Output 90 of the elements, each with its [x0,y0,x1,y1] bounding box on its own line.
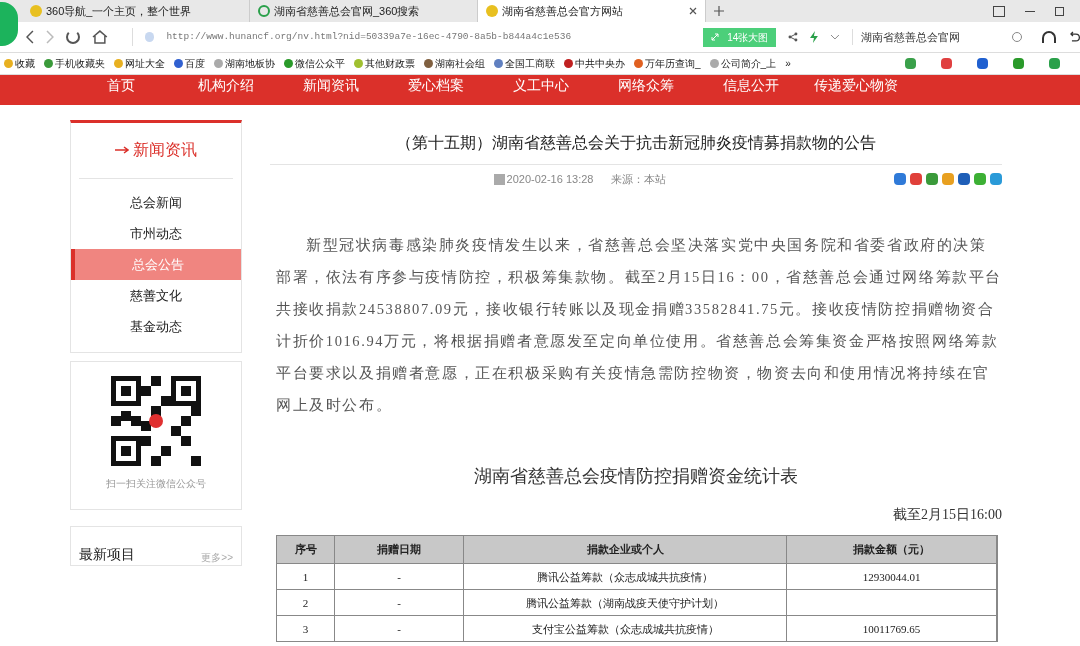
undo-icon[interactable] [1068,31,1080,43]
nav-link[interactable]: 首页 [68,77,173,93]
table-title: 湖南省慈善总会疫情防控捐赠资金统计表 [473,465,799,488]
bookmark-link[interactable]: 收藏 [15,56,35,71]
article-title: （第十五期）湖南省慈善总会关于抗击新冠肺炎疫情募捐款物的公告 [270,120,1002,165]
bookmark-link[interactable]: 其他财政票 [365,56,415,71]
table-cell: 10011769.65 [787,616,997,641]
calendar-icon [493,173,505,185]
column-header: 捐赠日期 [335,536,464,563]
sidebar-item[interactable]: 基金动态 [71,311,241,342]
bookmark-favicon-icon [564,59,573,68]
home-icon[interactable] [91,30,108,44]
latest-title: 最新项目 [79,545,135,564]
article-body: 新型冠状病毒感染肺炎疫情发生以来，省慈善总会坚决落实党中央国务院和省委省政府的决策部署，依法有序参与疫情防控，积极筹集款物。截至2月15日16：00，省慈善总会通过网络筹款平台共接收捐款24538807.09元，接收银行转账以及现金捐赠33582841.75元。接收疫情防控捐赠物资合计折价1016.94万元，将根据捐赠者意愿发至定向单位使用。省慈善总会筹集资金严格按照网络筹款平台要求以及捐赠者意愿，正在积极采购有关疫情急需防控物资，物资去向和使用情况将持续在官网上及时公布。 [275,236,1002,415]
publish-date: 2020-02-16 13:28 [506,171,594,187]
table-cell: 腾讯公益筹款（湖南战疫天使守护计划） [464,590,787,615]
bookmark-favicon-icon [284,59,293,68]
sidebar-item[interactable]: 总会新闻 [71,187,241,218]
table-cell: 2 [277,590,335,615]
browser-tab[interactable]: 湖南省慈善总会官方网站 [478,0,706,22]
bookmark-favicon-icon [709,59,719,68]
arrow-right-icon [115,146,129,154]
sidebar-item[interactable]: 慈善文化 [71,280,241,311]
share-icon[interactable] [910,173,922,185]
bookmark-favicon-icon [634,59,643,68]
bookmark-link[interactable]: 微信公众平 [295,56,345,71]
nav-link[interactable]: 网络众筹 [593,77,698,93]
bookmark-favicon-icon [214,59,223,68]
toolbar-extension-icon[interactable] [941,58,952,69]
sidebar-title: 新闻资讯 [133,140,197,160]
bookmark-link[interactable]: 万年历查询_ [645,56,701,71]
table-cell: 3 [277,616,335,641]
share-icon[interactable] [926,173,938,185]
table-cell: 1 [277,564,335,589]
nav-link[interactable]: 传递爱心物资 [803,77,908,93]
bookmark-link[interactable]: 公司简介_上 [720,56,777,71]
new-tab-icon[interactable] [714,6,724,16]
table-cell: - [335,590,464,615]
table-cell: 支付宝公益筹款（众志成城共抗疫情） [464,616,787,641]
bookmark-link[interactable]: 百度 [185,56,205,71]
nav-link[interactable]: 义工中心 [488,77,593,93]
bookmark-favicon-icon [114,59,123,68]
bookmark-favicon-icon [354,59,363,68]
column-header: 捐款金额（元） [787,536,997,563]
share-icon[interactable] [894,173,906,185]
table-cell: 腾讯公益筹款（众志成城共抗疫情） [464,564,787,589]
bookmark-favicon-icon [494,59,503,68]
chevron-down-icon[interactable] [830,34,840,40]
search-field[interactable]: 湖南省慈善总会官网 [852,28,1001,46]
bookmark-link[interactable]: 湖南地板协 [225,56,275,71]
bookmark-link[interactable]: 网址大全 [125,56,165,71]
toolbar-extension-icon[interactable] [977,58,988,69]
table-cell: - [335,564,464,589]
table-cell: 12930044.01 [787,564,997,589]
bookmark-link[interactable]: 全国工商联 [505,56,555,71]
back-icon[interactable] [26,30,34,44]
minimize-icon[interactable] [1025,10,1035,12]
nav-link[interactable]: 爱心档案 [383,77,488,93]
nav-link[interactable]: 信息公开 [698,77,803,93]
column-header: 序号 [277,536,335,563]
expand-icon [711,33,720,41]
nav-link[interactable]: 新闻资讯 [278,77,383,93]
bookmark-link[interactable]: 湖南社会组 [435,56,485,71]
tab-favicon-icon [486,5,498,17]
bookmark-link[interactable]: 手机收藏夹 [55,56,105,71]
toolbar-extension-icon[interactable] [905,58,916,69]
restore-icon[interactable] [1055,6,1064,16]
column-header: 捐款企业或个人 [464,536,787,563]
bookmark-favicon-icon [44,59,53,68]
tab-favicon-icon [258,5,270,17]
lightning-icon[interactable] [810,31,819,43]
bookmark-favicon-icon [4,59,13,68]
article-source: 来源：本站 [611,171,667,187]
toolbar-extension-icon[interactable] [1049,58,1060,69]
share-icon[interactable] [958,173,970,185]
bookmark-link[interactable]: » [785,56,791,71]
share-icon[interactable] [788,32,799,42]
address-field[interactable]: http://www.hunancf.org/nv.html?nid=50339a7e-16ec-4790-8a5b-b844a4c1e536 [166,30,572,44]
bookmark-favicon-icon [174,59,183,68]
table-cell: - [335,616,464,641]
share-icon[interactable] [990,173,1002,185]
bookmark-link[interactable]: 中共中央办 [575,56,625,71]
tab-favicon-icon [30,5,42,17]
nav-link[interactable]: 机构介绍 [173,77,278,93]
toolbar-extension-icon[interactable] [1013,58,1024,69]
as-of-note: 截至2月15日16:00 [892,506,1002,524]
close-icon[interactable] [689,7,697,15]
site-security-icon [144,32,155,42]
sidebar-item[interactable]: 市州动态 [71,218,241,249]
bookmark-favicon-icon [424,59,433,68]
